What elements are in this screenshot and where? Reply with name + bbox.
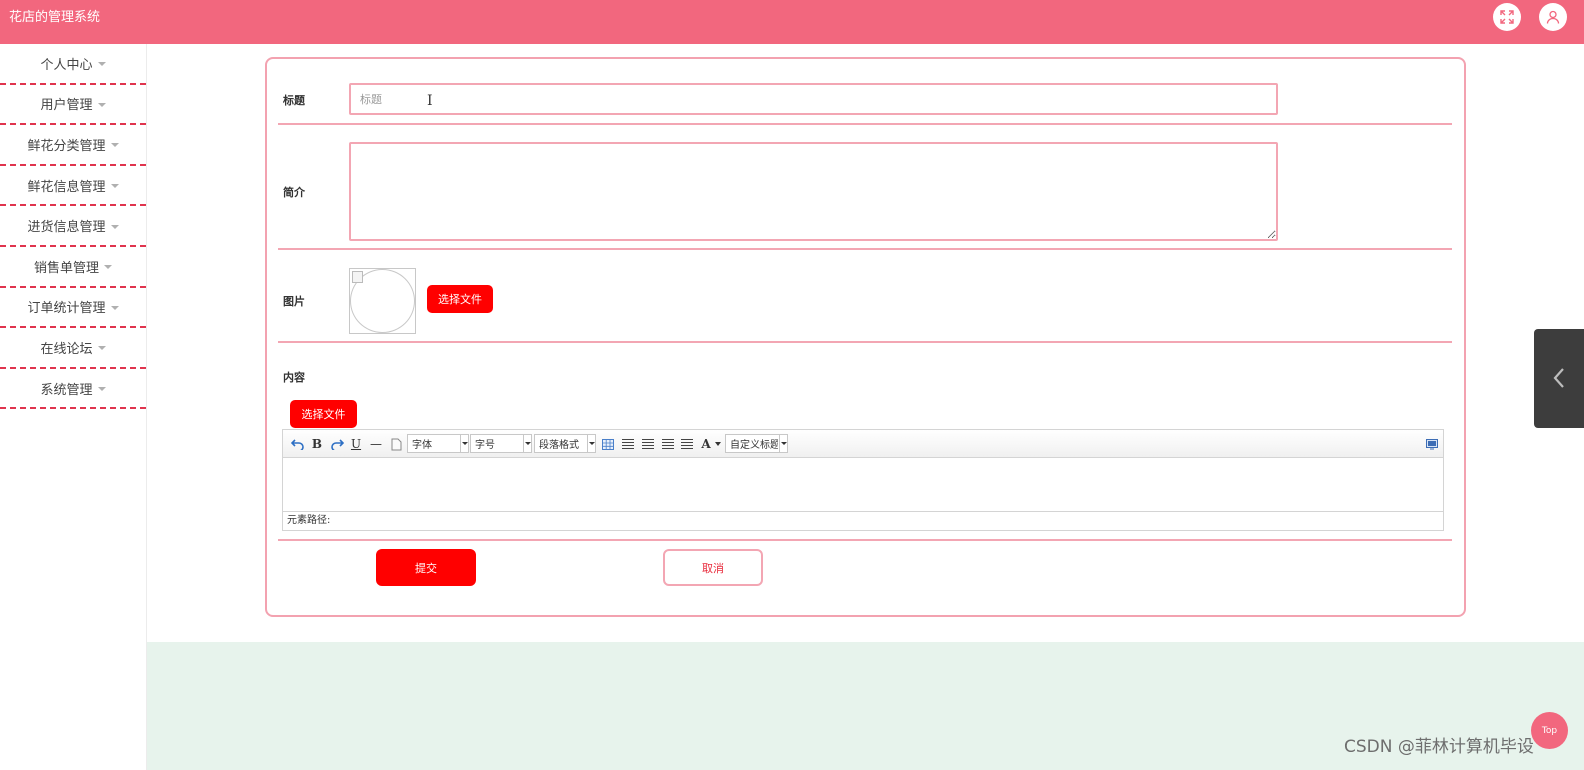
image-upload-button[interactable]: 选择文件 [427,285,493,313]
caret-down-icon [110,143,119,148]
user-icon[interactable] [1539,3,1567,31]
sidebar-item-label: 进货信息管理 [27,220,106,236]
horizontal-rule-icon[interactable]: — [368,436,384,452]
submit-button[interactable]: 提交 [376,549,476,586]
user-icon-glyph [1546,10,1560,24]
broken-image-icon [352,271,363,283]
font-family-select-value: 字体 [412,440,432,451]
caret-down-icon [110,184,119,189]
sidebar-item-label: 个人中心 [40,57,93,73]
expand-icon[interactable] [1493,3,1521,31]
preview-icon[interactable] [1424,436,1440,452]
sidebar-item-label: 销售单管理 [33,260,99,276]
editor-toolbar: B U — 字体 字号 段落格式 A 自定义标题 [283,430,1443,458]
caret-down-icon [97,62,106,67]
sidebar-item-flower-category[interactable]: 鲜花分类管理 [0,125,146,166]
title-label: 标题 [283,94,305,107]
editor-element-path: 元素路径: [283,511,1443,530]
page-icon[interactable] [388,436,404,452]
font-size-select[interactable]: 字号 [470,434,532,453]
back-to-top-button[interactable]: Top [1531,712,1568,749]
editor-content-area[interactable] [283,459,1443,511]
watermark: CSDN @菲林计算机毕设 [1344,737,1534,757]
align-left-icon[interactable] [620,436,636,452]
sidebar-item-label: 订单统计管理 [27,301,106,317]
sidebar-item-sales-orders[interactable]: 销售单管理 [0,247,146,288]
divider [278,123,1452,125]
dropdown-arrow-icon [460,435,468,452]
image-label: 图片 [283,295,305,308]
dropdown-arrow-icon [587,435,595,452]
custom-title-select-value: 自定义标题 [730,440,778,451]
redo-icon[interactable] [329,436,345,452]
font-color-dropdown-icon[interactable] [714,436,722,452]
rich-text-editor: B U — 字体 字号 段落格式 A 自定义标题 元素路径: [282,429,1444,531]
caret-down-icon [97,102,106,107]
justify-icon[interactable] [679,436,695,452]
custom-title-select[interactable]: 自定义标题 [725,434,788,453]
content-label: 内容 [283,371,305,384]
caret-down-icon [97,387,106,392]
font-size-select-value: 字号 [475,440,495,451]
form-card [265,57,1466,617]
sidebar-item-personal-center[interactable]: 个人中心 [0,44,146,85]
dropdown-arrow-icon [779,435,787,452]
font-color-icon[interactable]: A [698,436,714,452]
bold-icon[interactable]: B [309,436,325,452]
divider [278,248,1452,250]
dropdown-arrow-icon [523,435,531,452]
sidebar-item-label: 在线论坛 [40,341,93,357]
sidebar-item-label: 鲜花信息管理 [27,179,106,195]
side-panel-toggle[interactable] [1534,329,1584,428]
app-title: 花店的管理系统 [9,10,101,25]
caret-down-icon [104,265,112,270]
intro-label: 简介 [283,186,305,199]
align-center-icon[interactable] [660,436,676,452]
divider [278,341,1452,343]
sidebar-item-online-forum[interactable]: 在线论坛 [0,328,146,369]
intro-textarea[interactable] [349,142,1278,241]
sidebar-item-system-management[interactable]: 系统管理 [0,369,146,410]
underline-icon[interactable]: U [348,436,364,452]
sidebar-item-label: 鲜花分类管理 [27,138,106,154]
sidebar-item-flower-info[interactable]: 鲜花信息管理 [0,166,146,207]
paragraph-format-select[interactable]: 段落格式 [534,434,596,453]
table-icon[interactable] [600,436,616,452]
sidebar: 个人中心 用户管理 鲜花分类管理 鲜花信息管理 进货信息管理 销售单管理 订单统… [0,44,147,770]
image-preview [349,268,416,334]
sidebar-item-purchase-info[interactable]: 进货信息管理 [0,206,146,247]
expand-icon-glyph [1500,10,1514,24]
caret-down-icon [110,305,119,310]
sidebar-item-user-management[interactable]: 用户管理 [0,85,146,126]
chevron-left-icon [1553,368,1564,388]
sidebar-item-label: 用户管理 [40,98,93,114]
content-upload-button[interactable]: 选择文件 [290,400,357,428]
text-cursor-icon: I [427,93,433,109]
divider [278,539,1452,541]
align-right-icon[interactable] [640,436,656,452]
undo-icon[interactable] [289,436,305,452]
font-family-select[interactable]: 字体 [407,434,469,453]
paragraph-format-select-value: 段落格式 [539,440,579,451]
sidebar-item-order-statistics[interactable]: 订单统计管理 [0,288,146,329]
top-header: 花店的管理系统 [0,0,1584,44]
caret-down-icon [110,224,119,229]
cancel-button[interactable]: 取消 [663,549,763,586]
title-input[interactable] [349,83,1278,115]
caret-down-icon [97,346,106,351]
sidebar-item-label: 系统管理 [40,382,93,398]
